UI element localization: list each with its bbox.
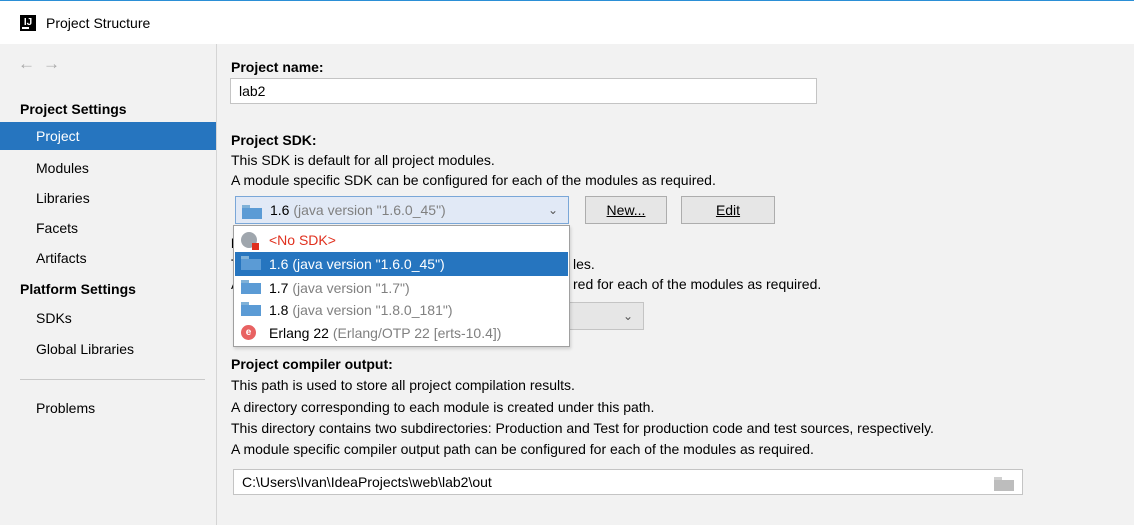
sidebar-item-libraries[interactable]: Libraries	[0, 184, 216, 212]
project-sdk-label: Project SDK:	[231, 132, 317, 148]
compiler-output-path: C:\Users\Ivan\IdeaProjects\web\lab2\out	[242, 474, 492, 490]
sdk-option-erlang-22[interactable]: e Erlang 22 (Erlang/OTP 22 [erts-10.4])	[235, 321, 568, 345]
new-sdk-button[interactable]: New...	[585, 196, 667, 224]
compiler-output-desc-1: This path is used to store all project c…	[231, 377, 575, 393]
erlang-icon: e	[241, 325, 256, 340]
compiler-output-desc-3: This directory contains two subdirectori…	[231, 420, 934, 436]
window-title: Project Structure	[46, 15, 151, 31]
sdk-dropdown-list: <No SDK> 1.6 (java version "1.6.0_45") 1…	[233, 225, 570, 347]
project-name-label: Project name:	[231, 59, 324, 75]
java-sdk-icon	[241, 302, 261, 316]
sidebar: ←→ Project Settings Project Modules Libr…	[0, 44, 217, 525]
language-level-desc-2-end: red for each of the modules as required.	[573, 276, 822, 292]
language-level-desc-1-end: les.	[573, 256, 595, 272]
sidebar-divider	[20, 379, 205, 380]
sidebar-item-sdks[interactable]: SDKs	[0, 304, 216, 332]
sdk-selected-version: 1.6	[270, 202, 290, 218]
forward-arrow-icon[interactable]: →	[43, 54, 68, 73]
platform-settings-header: Platform Settings	[20, 281, 136, 297]
sdk-option-1-6[interactable]: 1.6 (java version "1.6.0_45")	[235, 252, 568, 276]
back-arrow-icon[interactable]: ←	[18, 54, 43, 73]
compiler-output-desc-4: A module specific compiler output path c…	[231, 441, 814, 457]
sdk-option-no-sdk[interactable]: <No SDK>	[235, 228, 568, 252]
no-sdk-icon	[241, 232, 259, 250]
sdk-option-1-7[interactable]: 1.7 (java version "1.7")	[235, 276, 568, 300]
sdk-selected-detail: (java version "1.6.0_45")	[293, 202, 446, 218]
sidebar-item-modules[interactable]: Modules	[0, 154, 216, 182]
title-bar: IJ Project Structure	[0, 0, 1134, 44]
browse-folder-icon[interactable]	[994, 477, 1014, 491]
nav-arrows: ←→	[18, 54, 68, 74]
project-settings-header: Project Settings	[20, 101, 127, 117]
sdk-option-1-8[interactable]: 1.8 (java version "1.8.0_181")	[235, 298, 568, 322]
project-name-input[interactable]: lab2	[230, 78, 817, 104]
intellij-idea-icon: IJ	[20, 15, 36, 31]
project-sdk-desc-1: This SDK is default for all project modu…	[231, 152, 495, 168]
sidebar-item-problems[interactable]: Problems	[0, 394, 216, 422]
compiler-output-path-input[interactable]: C:\Users\Ivan\IdeaProjects\web\lab2\out	[233, 469, 1023, 495]
chevron-down-icon: ⌄	[547, 203, 558, 217]
project-sdk-combo[interactable]: 1.6 (java version "1.6.0_45") ⌄	[235, 196, 569, 224]
java-sdk-icon	[241, 280, 261, 294]
java-sdk-icon	[241, 256, 261, 270]
compiler-output-desc-2: A directory corresponding to each module…	[231, 399, 655, 415]
sidebar-item-facets[interactable]: Facets	[0, 214, 216, 242]
project-sdk-desc-2: A module specific SDK can be configured …	[231, 172, 716, 188]
edit-sdk-button[interactable]: Edit	[681, 196, 775, 224]
language-level-combo[interactable]: ⌄	[569, 302, 644, 330]
sidebar-item-project[interactable]: Project	[0, 122, 216, 150]
compiler-output-label: Project compiler output:	[231, 356, 393, 372]
sidebar-item-global-libraries[interactable]: Global Libraries	[0, 335, 216, 363]
sidebar-item-artifacts[interactable]: Artifacts	[0, 244, 216, 272]
java-sdk-icon	[242, 205, 262, 219]
chevron-down-icon: ⌄	[622, 309, 633, 323]
